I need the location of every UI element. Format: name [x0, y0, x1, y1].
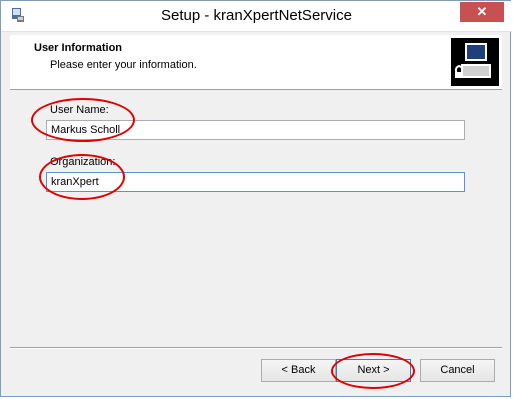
- user-name-label: User Name:: [50, 104, 109, 116]
- next-button[interactable]: Next >: [336, 359, 411, 382]
- computer-setup-icon: [451, 38, 499, 86]
- cancel-button[interactable]: Cancel: [420, 359, 495, 382]
- back-button[interactable]: < Back: [261, 359, 336, 382]
- wizard-header: User Information Please enter your infor…: [10, 35, 502, 90]
- organization-input[interactable]: kranXpert: [46, 172, 465, 192]
- close-icon[interactable]: [460, 2, 504, 22]
- user-name-input[interactable]: Markus Scholl: [46, 120, 465, 140]
- page-title: User Information: [34, 42, 123, 54]
- window-title: Setup - kranXpertNetService: [161, 7, 352, 24]
- setup-window: Setup - kranXpertNetService User Informa…: [0, 0, 512, 397]
- button-divider: [10, 347, 502, 349]
- page-subtitle: Please enter your information.: [50, 59, 197, 71]
- organization-label: Organization:: [50, 156, 116, 168]
- title-bar: Setup - kranXpertNetService: [1, 1, 512, 32]
